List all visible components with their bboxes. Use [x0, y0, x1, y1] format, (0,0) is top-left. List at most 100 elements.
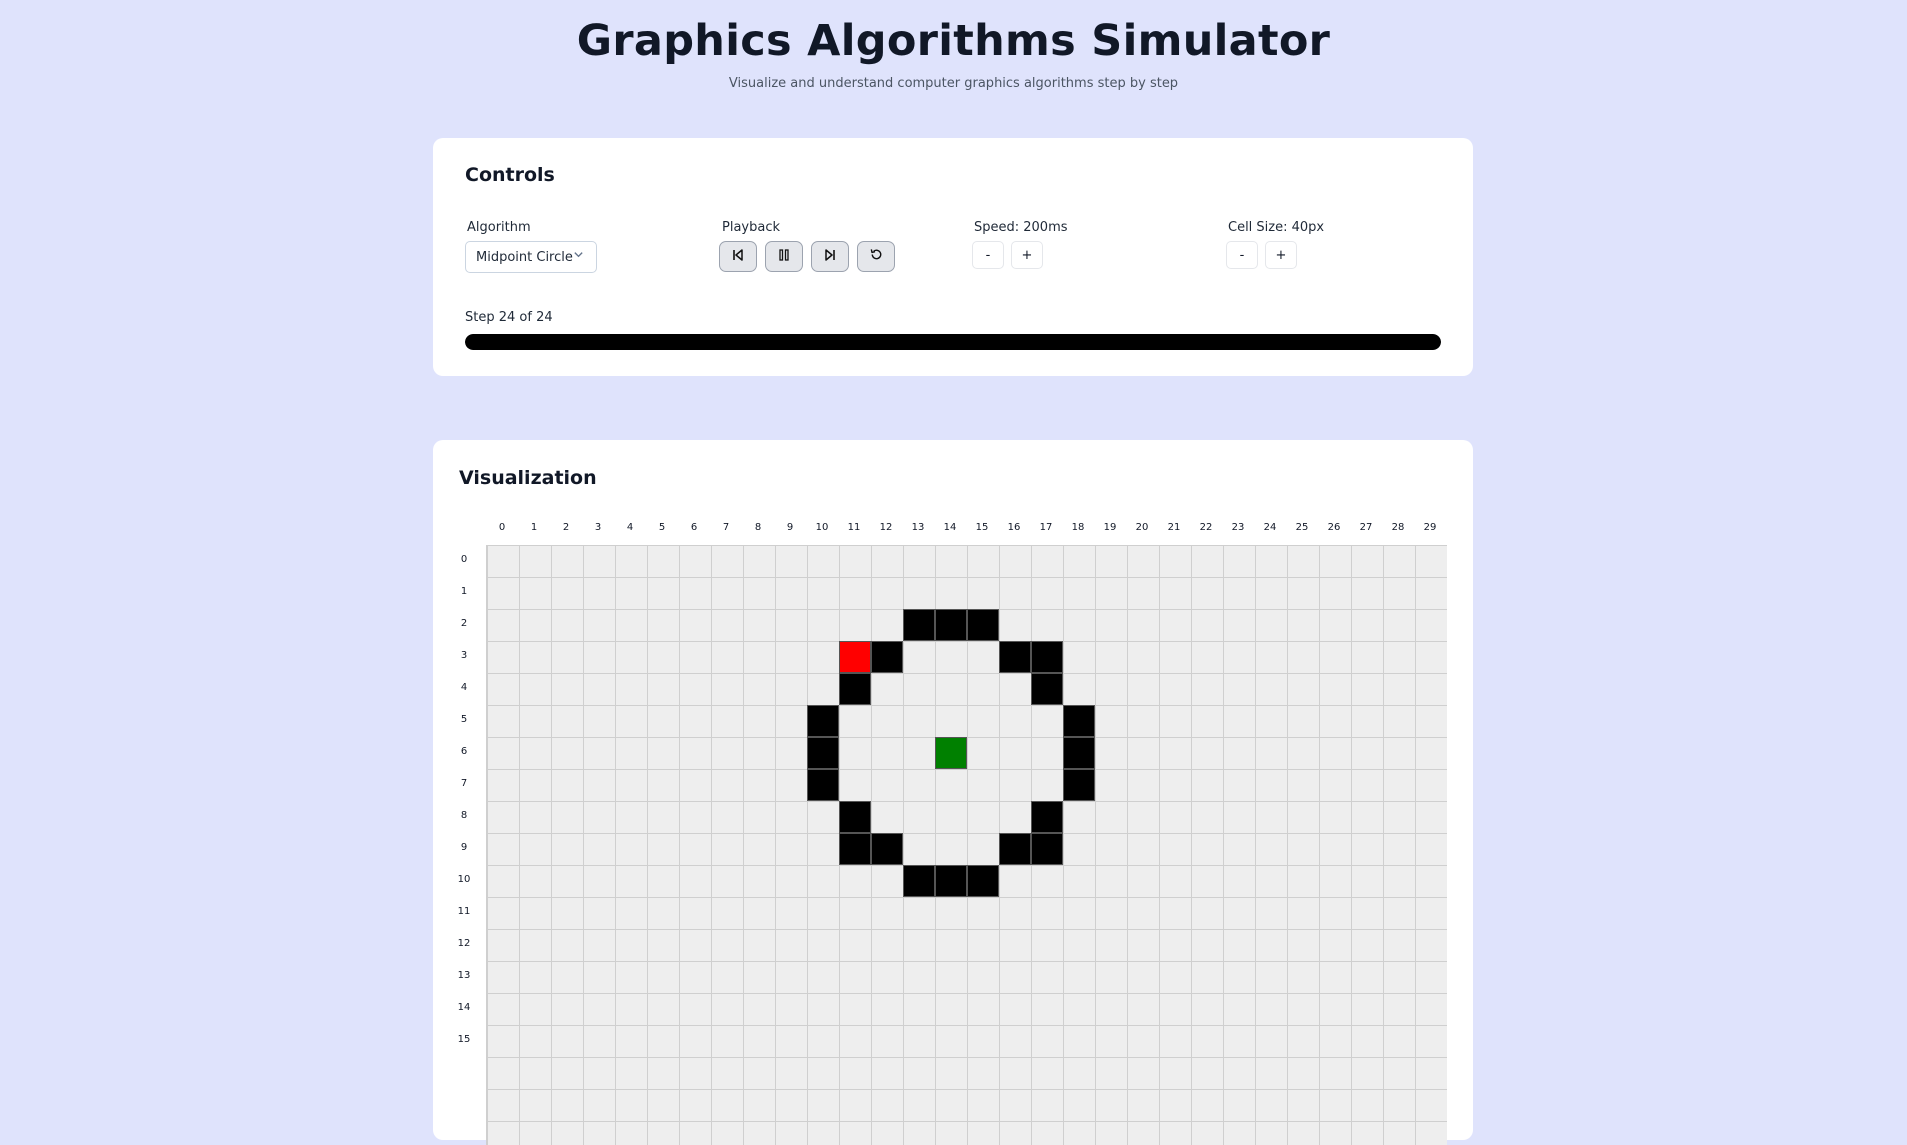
current-pixel [839, 641, 871, 673]
column-label: 7 [722, 522, 730, 533]
algorithm-label: Algorithm [467, 220, 531, 235]
column-label: 14 [943, 522, 957, 533]
column-label: 9 [786, 522, 794, 533]
column-label: 22 [1199, 522, 1213, 533]
row-label: 1 [460, 586, 468, 597]
column-label: 15 [975, 522, 989, 533]
cell-size-label: Cell Size: 40px [1228, 220, 1325, 235]
row-label: 7 [460, 778, 468, 789]
controls-panel: Controls Algorithm Midpoint Circle Playb… [433, 138, 1473, 376]
row-label: 10 [457, 874, 471, 885]
controls-title: Controls [465, 164, 555, 186]
row-label: 13 [457, 970, 471, 981]
column-label: 0 [498, 522, 506, 533]
plotted-pixel [903, 865, 935, 897]
plotted-pixel [999, 833, 1031, 865]
plotted-pixel [807, 705, 839, 737]
row-label: 9 [460, 842, 468, 853]
reset-icon [869, 247, 884, 266]
speed-label: Speed: 200ms [974, 220, 1068, 235]
column-label: 13 [911, 522, 925, 533]
row-label: 2 [460, 618, 468, 629]
chevron-down-icon [573, 249, 584, 263]
plotted-pixel [839, 801, 871, 833]
pause-icon [777, 247, 791, 266]
column-label: 25 [1295, 522, 1309, 533]
plotted-pixel [935, 865, 967, 897]
plotted-pixel [935, 609, 967, 641]
row-label: 5 [460, 714, 468, 725]
plotted-pixel [807, 737, 839, 769]
plotted-pixel [1063, 737, 1095, 769]
column-label: 18 [1071, 522, 1085, 533]
row-label: 3 [460, 650, 468, 661]
plotted-pixel [871, 833, 903, 865]
column-label: 6 [690, 522, 698, 533]
plotted-pixel [1031, 801, 1063, 833]
pixel-grid[interactable] [486, 545, 1447, 1145]
column-label: 1 [530, 522, 538, 533]
column-label: 5 [658, 522, 666, 533]
column-label: 4 [626, 522, 634, 533]
playback-label: Playback [722, 220, 781, 235]
plotted-pixel [1031, 673, 1063, 705]
page-header: Graphics Algorithms Simulator Visualize … [0, 0, 1907, 92]
row-label: 12 [457, 938, 471, 949]
page-subtitle: Visualize and understand computer graphi… [728, 76, 1179, 91]
plotted-pixel [1063, 769, 1095, 801]
row-label: 15 [457, 1034, 471, 1045]
column-label: 19 [1103, 522, 1117, 533]
reset-button[interactable] [857, 241, 895, 272]
column-label: 24 [1263, 522, 1277, 533]
step-progress-fill [465, 334, 1441, 350]
step-progress-bar[interactable] [465, 334, 1441, 350]
center-pixel [935, 737, 967, 769]
step-forward-icon [823, 247, 837, 266]
plotted-pixel [871, 641, 903, 673]
step-forward-button[interactable] [811, 241, 849, 272]
column-label: 17 [1039, 522, 1053, 533]
algorithm-select[interactable]: Midpoint Circle [465, 241, 597, 273]
column-label: 3 [594, 522, 602, 533]
column-label: 23 [1231, 522, 1245, 533]
column-label: 26 [1327, 522, 1341, 533]
row-label: 14 [457, 1002, 471, 1013]
column-label: 16 [1007, 522, 1021, 533]
plotted-pixel [839, 833, 871, 865]
plotted-pixel [1063, 705, 1095, 737]
column-label: 20 [1135, 522, 1149, 533]
column-label: 11 [847, 522, 861, 533]
pause-button[interactable] [765, 241, 803, 272]
row-label: 0 [460, 554, 468, 565]
plotted-pixel [903, 609, 935, 641]
row-label: 6 [460, 746, 468, 757]
cell-size-decrease-button[interactable]: - [1226, 241, 1258, 269]
speed-increase-button[interactable]: + [1011, 241, 1043, 269]
column-label: 21 [1167, 522, 1181, 533]
row-label: 11 [457, 906, 471, 917]
cell-size-increase-button[interactable]: + [1265, 241, 1297, 269]
page-title: Graphics Algorithms Simulator [576, 16, 1331, 66]
column-label: 12 [879, 522, 893, 533]
plotted-pixel [967, 609, 999, 641]
plotted-pixel [967, 865, 999, 897]
skip-to-start-icon [731, 247, 745, 266]
plotted-pixel [999, 641, 1031, 673]
plotted-pixel [1031, 641, 1063, 673]
column-label: 28 [1391, 522, 1405, 533]
row-label: 8 [460, 810, 468, 821]
column-label: 2 [562, 522, 570, 533]
visualization-title: Visualization [459, 467, 597, 489]
plotted-pixel [1031, 833, 1063, 865]
algorithm-select-value: Midpoint Circle [476, 249, 573, 265]
step-counter: Step 24 of 24 [465, 310, 553, 325]
speed-decrease-button[interactable]: - [972, 241, 1004, 269]
skip-to-start-button[interactable] [719, 241, 757, 272]
column-label: 10 [815, 522, 829, 533]
plotted-pixel [807, 769, 839, 801]
row-label: 4 [460, 682, 468, 693]
visualization-panel: Visualization 0 1 2 3 4 5 6 7 8 9 10 11 12 13 14 15 16 17… [433, 440, 1473, 1145]
column-label: 8 [754, 522, 762, 533]
column-label: 29 [1423, 522, 1437, 533]
plotted-pixel [839, 673, 871, 705]
